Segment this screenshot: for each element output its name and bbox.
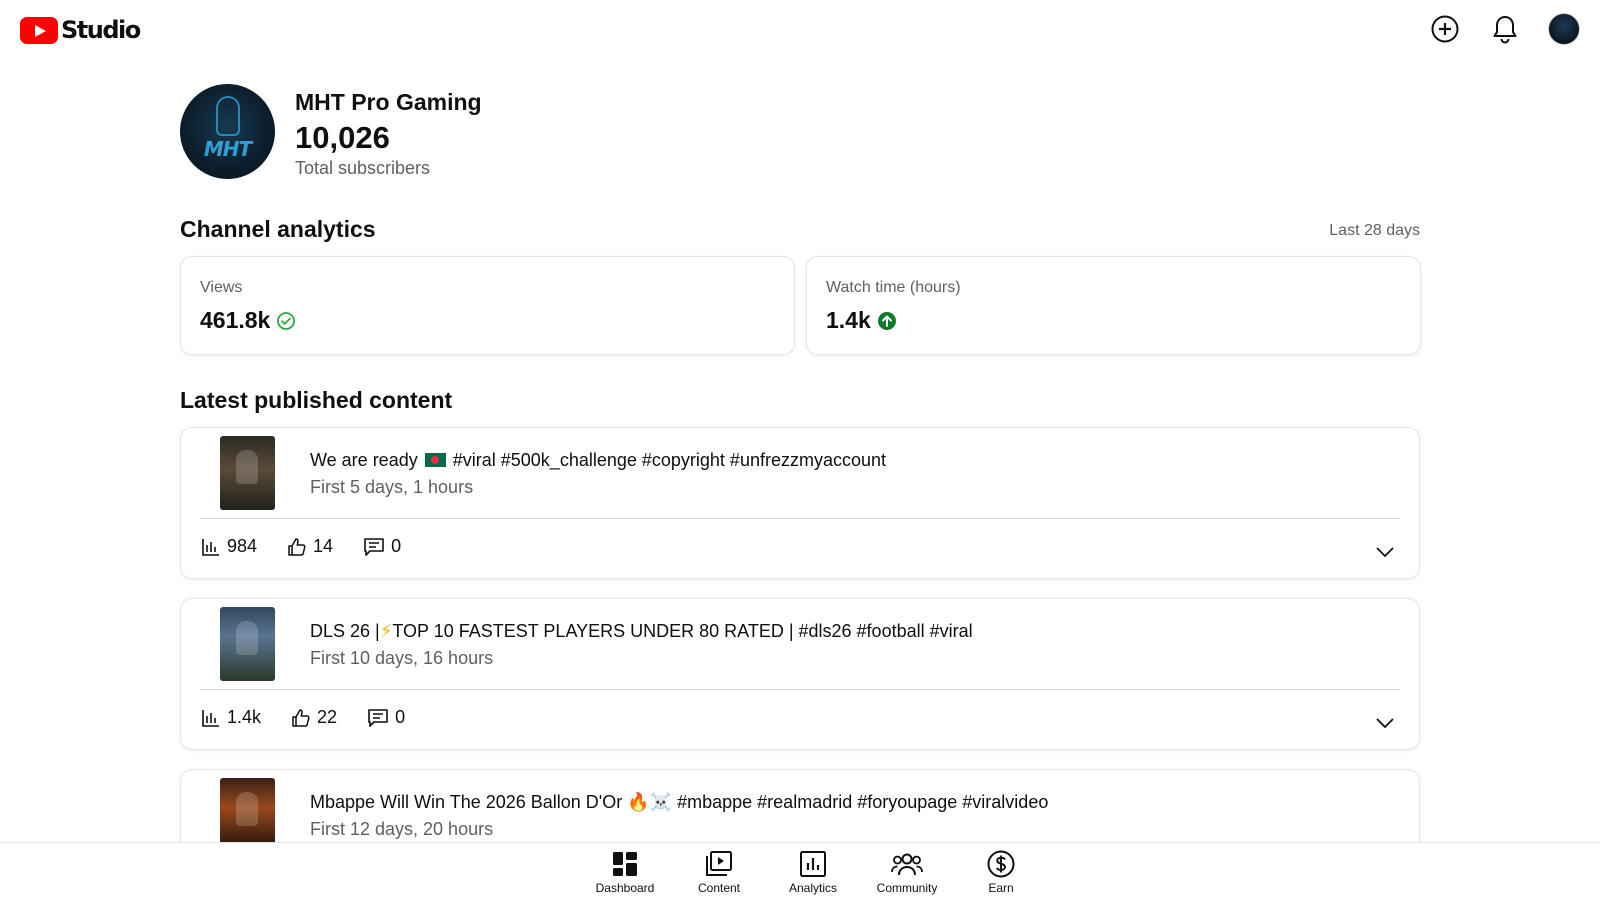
video-period: First 12 days, 20 hours <box>310 819 494 839</box>
chevron-down-icon[interactable] <box>1373 711 1397 735</box>
analytics-title: Channel analytics <box>180 216 376 242</box>
video-thumbnail[interactable] <box>220 436 275 510</box>
lightning-emoji: ⚡ <box>379 621 393 641</box>
nav-community-label: Community <box>876 881 938 895</box>
nav-dashboard[interactable]: Dashboard <box>578 849 672 895</box>
video-period: First 10 days, 16 hours <box>310 648 494 668</box>
nav-community[interactable]: Community <box>860 849 954 895</box>
top-bar: Studio <box>0 0 1600 62</box>
account-avatar[interactable] <box>1548 13 1580 45</box>
nav-analytics[interactable]: Analytics <box>766 849 860 895</box>
subscriber-label: Total subscribers <box>295 157 431 178</box>
divider <box>200 689 1400 690</box>
thumb-up-icon <box>292 708 310 727</box>
watch-time-label: Watch time (hours) <box>826 279 961 296</box>
subscriber-count: 10,026 <box>295 119 390 155</box>
video-title: We are ready #viral #500k_challenge #cop… <box>310 450 887 470</box>
likes-stat: 22 <box>291 707 337 728</box>
comment-icon <box>368 708 388 727</box>
logo-text: Studio <box>61 16 141 44</box>
analytics-period: Last 28 days <box>1329 222 1420 239</box>
bottom-navigation: Dashboard Content Analytics Community Ea… <box>0 842 1600 903</box>
studio-logo[interactable]: Studio <box>20 16 141 44</box>
check-circle-icon <box>276 311 296 331</box>
chevron-down-icon[interactable] <box>1373 540 1397 564</box>
dashboard-icon <box>612 849 638 879</box>
comment-icon <box>364 537 384 556</box>
video-thumbnail[interactable] <box>220 778 275 852</box>
nav-earn[interactable]: Earn <box>954 849 1048 895</box>
channel-avatar[interactable]: MHT <box>180 84 275 179</box>
channel-header: MHT MHT Pro Gaming 10,026 Total subscrib… <box>180 84 482 179</box>
bar-chart-icon <box>202 538 219 556</box>
divider <box>200 518 1400 519</box>
youtube-play-icon <box>20 16 58 44</box>
content-item[interactable]: We are ready #viral #500k_challenge #cop… <box>180 427 1420 579</box>
bar-chart-icon <box>202 709 219 727</box>
video-thumbnail[interactable] <box>220 607 275 681</box>
community-icon <box>891 849 923 879</box>
video-title: DLS 26 |⚡TOP 10 FASTEST PLAYERS UNDER 80… <box>310 621 973 641</box>
watch-time-value: 1.4k <box>826 307 871 333</box>
content-icon <box>705 849 733 879</box>
nav-content[interactable]: Content <box>672 849 766 895</box>
views-stat: 984 <box>201 536 257 557</box>
earn-icon <box>987 849 1015 879</box>
nav-earn-label: Earn <box>988 881 1014 895</box>
likes-stat: 14 <box>287 536 333 557</box>
views-value: 461.8k <box>200 307 271 333</box>
latest-content-title: Latest published content <box>180 387 453 413</box>
nav-analytics-label: Analytics <box>788 881 838 895</box>
comments-stat: 0 <box>363 536 401 557</box>
thumb-up-icon <box>288 537 306 556</box>
video-title: Mbappe Will Win The 2026 Ballon D'Or 🔥☠️… <box>310 792 1049 812</box>
bangladesh-flag-icon <box>424 453 446 467</box>
channel-avatar-text: MHT <box>203 137 252 161</box>
video-period: First 5 days, 1 hours <box>310 477 474 497</box>
create-icon[interactable] <box>1428 12 1462 46</box>
fire-skull-emoji: 🔥☠️ <box>627 792 673 812</box>
nav-content-label: Content <box>697 881 741 895</box>
views-label: Views <box>200 279 243 296</box>
arrow-up-circle-icon <box>877 311 897 331</box>
content-item[interactable]: DLS 26 |⚡TOP 10 FASTEST PLAYERS UNDER 80… <box>180 598 1420 750</box>
comments-stat: 0 <box>367 707 405 728</box>
notifications-icon[interactable] <box>1488 12 1522 46</box>
analytics-icon <box>800 849 826 879</box>
views-stat: 1.4k <box>201 707 261 728</box>
views-card[interactable]: Views 461.8k <box>180 256 795 355</box>
player-figure-icon <box>216 96 240 136</box>
nav-dashboard-label: Dashboard <box>595 881 655 895</box>
watch-time-card[interactable]: Watch time (hours) 1.4k <box>806 256 1421 355</box>
channel-name: MHT Pro Gaming <box>295 88 482 115</box>
